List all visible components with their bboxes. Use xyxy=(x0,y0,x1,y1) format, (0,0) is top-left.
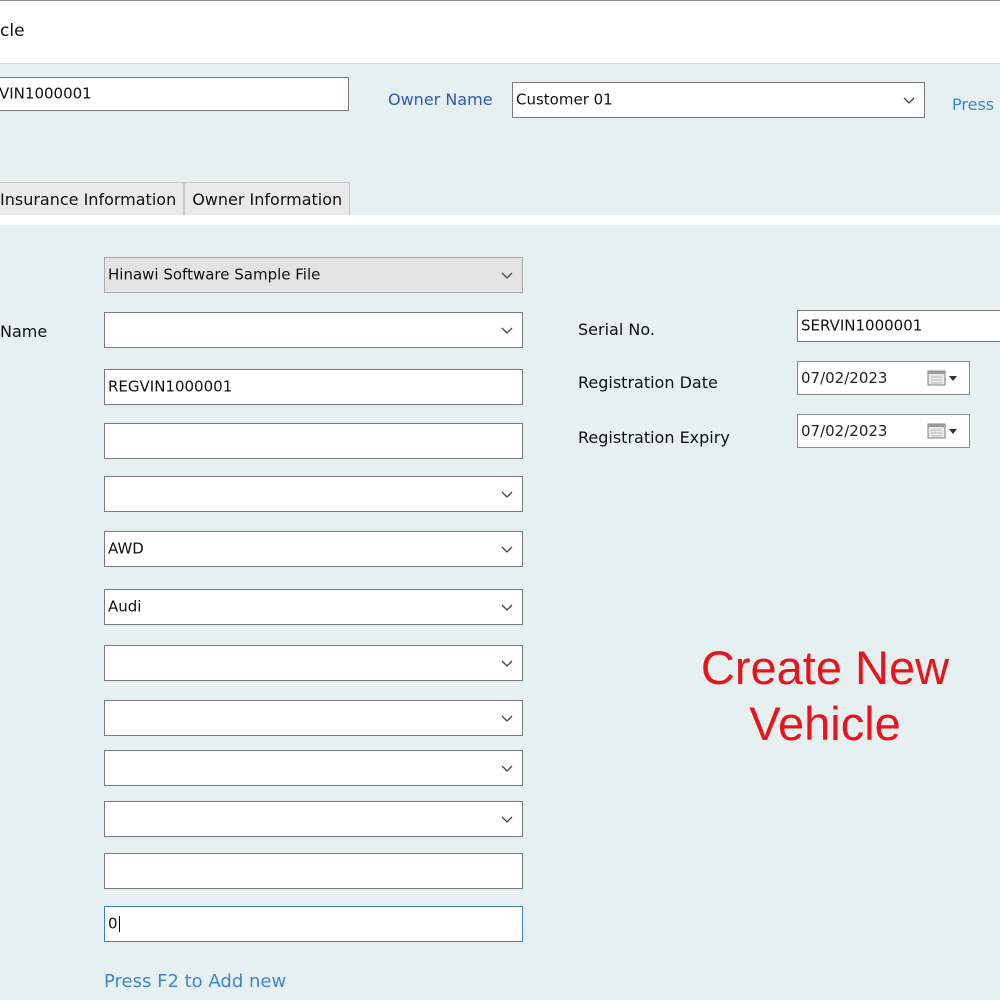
drive-type-value: AWD xyxy=(108,539,144,558)
serial-no-label: Serial No. xyxy=(578,320,655,339)
text-input-4[interactable] xyxy=(104,423,523,459)
make-select[interactable]: Audi xyxy=(104,589,523,625)
tab-strip: Insurance Information Owner Information xyxy=(0,182,351,216)
press-hint[interactable]: Press xyxy=(952,95,994,114)
chevron-down-icon xyxy=(501,765,513,772)
numeric-input-text: 0 xyxy=(108,914,118,933)
chevron-down-icon xyxy=(501,715,513,722)
make-value: Audi xyxy=(108,597,142,616)
registration-date-label: Registration Date xyxy=(578,373,718,392)
drive-type-select[interactable]: AWD xyxy=(104,531,523,567)
vin-value: VIN1000001 xyxy=(0,84,92,103)
numeric-input-value: 0 xyxy=(108,916,120,932)
text-caret xyxy=(118,916,120,932)
numeric-input-focused[interactable]: 0 xyxy=(104,906,523,942)
chevron-down-icon xyxy=(501,660,513,667)
chevron-down-icon xyxy=(501,816,513,823)
serial-no-value: SERVIN1000001 xyxy=(801,316,923,335)
text-input-12[interactable] xyxy=(104,853,523,889)
registration-expiry-value: 07/02/2023 xyxy=(801,422,888,440)
calendar-dropdown-icon[interactable] xyxy=(927,370,961,386)
registration-expiry-label: Registration Expiry xyxy=(578,428,730,447)
select-11[interactable] xyxy=(104,801,523,837)
title-bar: cle xyxy=(0,0,1000,64)
company-select[interactable]: Hinawi Software Sample File xyxy=(104,257,523,293)
caption-line-1: Create New xyxy=(700,641,950,694)
chevron-down-icon xyxy=(501,491,513,498)
select-10[interactable] xyxy=(104,750,523,786)
tab-insurance-information[interactable]: Insurance Information xyxy=(0,182,185,216)
caption-line-2: Vehicle xyxy=(749,697,901,750)
tab-owner-information[interactable]: Owner Information xyxy=(184,182,351,216)
vin-input[interactable]: VIN1000001 xyxy=(0,77,349,111)
chevron-down-icon xyxy=(501,272,513,279)
name-select[interactable] xyxy=(104,312,523,348)
registration-expiry-picker[interactable]: 07/02/2023 xyxy=(797,414,970,448)
owner-name-value: Customer 01 xyxy=(516,90,613,109)
serial-no-input[interactable]: SERVIN1000001 xyxy=(797,310,1000,342)
select-5[interactable] xyxy=(104,476,523,512)
window-title: cle xyxy=(0,21,25,41)
registration-value: REGVIN1000001 xyxy=(108,377,233,396)
select-9[interactable] xyxy=(104,700,523,736)
name-label: Name xyxy=(0,322,48,341)
registration-date-value: 07/02/2023 xyxy=(801,369,888,387)
create-new-vehicle-caption: Create New Vehicle xyxy=(620,640,1000,752)
chevron-down-icon xyxy=(501,604,513,611)
tab-content-top-strip xyxy=(0,215,1000,225)
select-8[interactable] xyxy=(104,645,523,681)
registration-date-picker[interactable]: 07/02/2023 xyxy=(797,361,970,395)
calendar-dropdown-icon[interactable] xyxy=(927,423,961,439)
chevron-down-icon xyxy=(501,546,513,553)
chevron-down-icon xyxy=(501,327,513,334)
owner-name-select[interactable]: Customer 01 xyxy=(512,82,925,118)
chevron-down-icon xyxy=(903,97,915,104)
add-new-hint-link[interactable]: Press F2 to Add new xyxy=(104,971,286,992)
registration-input[interactable]: REGVIN1000001 xyxy=(104,369,523,405)
owner-name-label: Owner Name xyxy=(388,90,493,109)
company-value: Hinawi Software Sample File xyxy=(108,265,321,284)
